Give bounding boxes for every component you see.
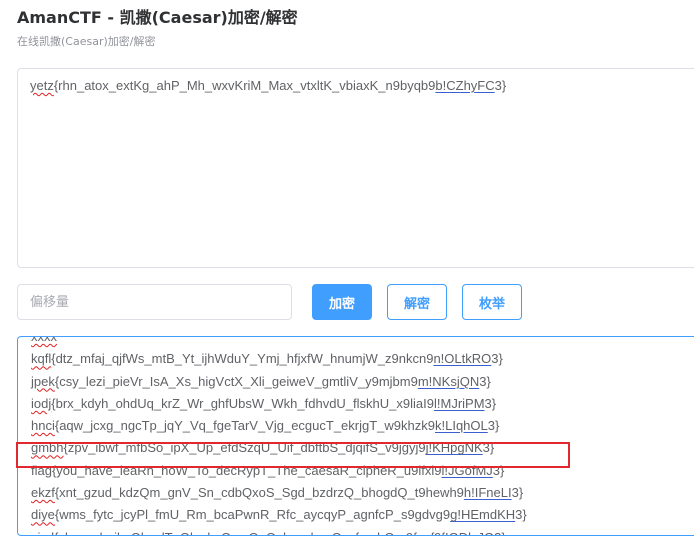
result-line-tail: k!LIqhOL — [434, 418, 488, 434]
page-title: AmanCTF - 凯撒(Caesar)加密/解密 — [17, 8, 298, 27]
result-line: diye{wms_fytc_jcyPl_fmU_Rm_bcaPwnR_Rfc_a… — [31, 504, 527, 526]
result-line-body: {csy_lezi_pieVr_IsA_Xs_higVctX_Xli_geiwe… — [54, 373, 418, 389]
result-line-tail: g!HEmdKH — [450, 507, 516, 523]
input-body-text: {rhn_atox_extKg_ahP_Mh_wxvKriM_Max_vtxlt… — [53, 78, 436, 93]
result-line-body: flag{you_have_leaRn_hoW_To_decRypT_The_c… — [31, 462, 442, 478]
result-line: jpek{csy_lezi_pieVr_IsA_Xs_higVctX_Xli_g… — [31, 371, 527, 393]
result-line-body: {vlr_exsb_ibxOk_elT_Ql_abzOvmQ_Qeb_zxbpx… — [54, 530, 441, 535]
result-line-lead: kqfl — [31, 351, 52, 367]
result-line-tail: f!GDlcJG — [441, 530, 494, 535]
result-line: kqfl{dtz_mfaj_qjfWs_mtB_Yt_ijhWduY_Ymj_h… — [31, 348, 527, 370]
encrypt-button[interactable]: 加密 — [312, 284, 372, 320]
input-end-text: 3} — [494, 78, 507, 93]
result-line: xxxx — [31, 336, 527, 348]
result-line-tail: n!OLtkRO — [433, 351, 492, 367]
result-line-end: 3} — [491, 351, 503, 367]
ciphertext-input[interactable]: yetz{rhn_atox_extKg_ahP_Mh_wxvKriM_Max_v… — [17, 68, 694, 268]
result-line: iodj{brx_kdyh_ohdUq_krZ_Wr_ghfUbsW_Wkh_f… — [31, 393, 527, 415]
decrypt-button[interactable]: 解密 — [387, 284, 447, 320]
result-line-end: 3} — [484, 395, 497, 411]
input-lead-text: yetz — [30, 78, 54, 93]
result-line-end: 3} — [492, 462, 505, 478]
result-line-lead: iodj — [31, 395, 52, 411]
result-line: gmbh{zpv_ibwf_mfbSo_ipX_Up_efdSzqU_Uif_d… — [31, 437, 527, 459]
result-line-tail: h!IFneLI — [463, 485, 512, 501]
result-line-lead: gmbh — [31, 440, 64, 456]
result-line-end: 3} — [482, 440, 495, 456]
result-line-body: {wms_fytc_jcyPl_fmU_Rm_bcaPwnR_Rfc_aycqy… — [54, 507, 451, 523]
result-line: hnci{aqw_jcxg_ngcTp_jqY_Vq_fgeTarV_Vjg_e… — [31, 415, 527, 437]
result-line-lead: jpek — [31, 373, 55, 389]
result-line-end: 3} — [479, 373, 491, 389]
result-line: ekzf{xnt_gzud_kdzQm_gnV_Sn_cdbQxoS_Sgd_b… — [31, 482, 527, 504]
result-line-body: {aqw_jcxg_ngcTp_jqY_Vq_fgeTarV_Vjg_ecguc… — [54, 418, 435, 434]
page-subtitle: 在线凯撒(Caesar)加密/解密 — [17, 35, 156, 48]
result-line-lead: diye — [31, 507, 55, 523]
result-line-tail: m!NKsjQN — [417, 373, 480, 389]
result-line: flag{you_have_leaRn_hoW_To_decRypT_The_c… — [31, 460, 527, 482]
result-line-body: {xnt_gzud_kdzQm_gnV_Sn_cdbQxoS_Sgd_bzdrz… — [54, 485, 464, 501]
result-line-tail: l!MJriPM — [433, 395, 485, 411]
result-output[interactable]: xxxx kqfl{dtz_mfaj_qjfWs_mtB_Yt_ijhWduY_Y… — [17, 336, 694, 536]
result-line-lead: xxxx — [31, 336, 57, 344]
input-tail-text: b!CZhyFC — [435, 78, 495, 93]
shift-input[interactable] — [17, 284, 292, 320]
result-line-lead: ekzf — [31, 485, 55, 501]
result-line: cixd{vlr_exsb_ibxOk_elT_Ql_abzOvmQ_Qeb_z… — [31, 527, 527, 535]
result-line-end: 3} — [494, 530, 506, 535]
result-line-lead: cixd — [31, 530, 54, 535]
result-line-end: 3} — [511, 485, 524, 501]
result-line-lead: hnci — [31, 418, 55, 434]
result-line-body: {zpv_ibwf_mfbSo_ipX_Up_efdSzqU_Uif_dbftb… — [63, 440, 426, 456]
result-line-end: 3} — [487, 418, 500, 434]
result-line-body: {dtz_mfaj_qjfWs_mtB_Yt_ijhWduY_Ymj_hfjxf… — [51, 351, 434, 367]
result-lines: xxxx kqfl{dtz_mfaj_qjfWs_mtB_Yt_ijhWduY_Y… — [31, 336, 527, 535]
result-line-body: {brx_kdyh_ohdUq_krZ_Wr_ghfUbsW_Wkh_fdhvd… — [51, 395, 434, 411]
result-line-end: 3} — [515, 507, 527, 523]
brute-force-button[interactable]: 枚举 — [462, 284, 522, 320]
result-line-tail: i!JGofMJ — [441, 462, 493, 478]
result-line-tail: j!KHpgNK — [425, 440, 483, 456]
